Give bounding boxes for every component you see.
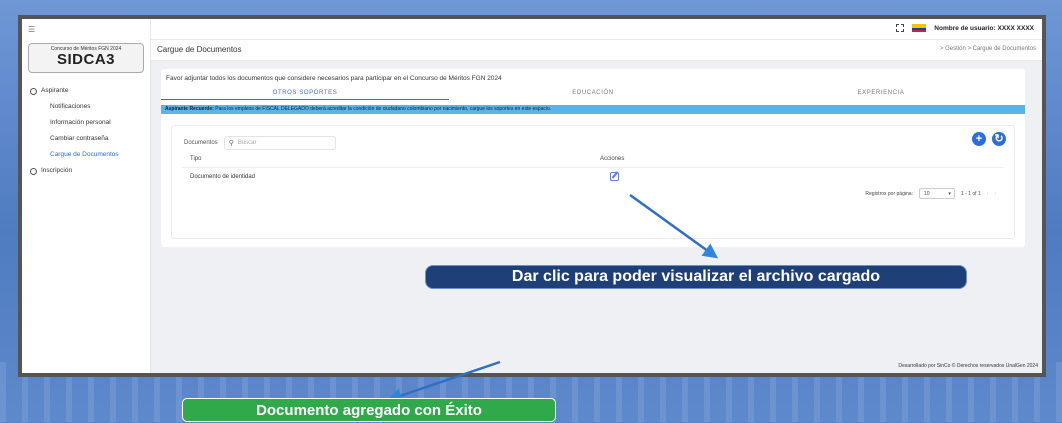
toast-arrow [386, 360, 501, 403]
callout-arrow [629, 193, 719, 259]
annotation-arrows [386, 193, 719, 403]
success-toast: Documento agregado con Éxito [182, 398, 556, 422]
callout-label: Dar clic para poder visualizar el archiv… [426, 266, 966, 288]
